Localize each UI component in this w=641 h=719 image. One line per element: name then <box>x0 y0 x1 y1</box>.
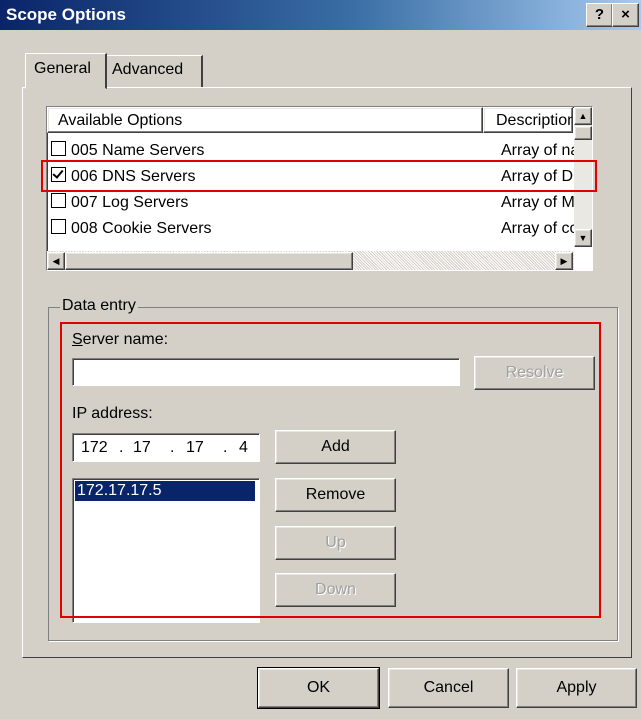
highlight-dns-row <box>41 160 597 192</box>
highlight-data-entry <box>60 322 601 618</box>
title-bar[interactable]: Scope Options ? × <box>0 0 641 30</box>
option-name: 008 Cookie Servers <box>71 220 212 237</box>
help-button[interactable]: ? <box>586 3 613 27</box>
data-entry-label: Data entry <box>60 297 138 315</box>
option-row-007[interactable]: 007 Log Servers Array of MIT <box>51 190 589 215</box>
tab-advanced[interactable]: Advanced <box>105 55 203 87</box>
option-checkbox[interactable] <box>51 193 66 208</box>
scroll-thumb[interactable] <box>574 126 592 140</box>
scroll-left-icon[interactable]: ◀ <box>47 252 65 270</box>
scroll-right-icon[interactable]: ▶ <box>555 252 573 270</box>
option-row-008[interactable]: 008 Cookie Servers Array of coo <box>51 216 587 241</box>
apply-button[interactable]: Apply <box>516 668 637 708</box>
cancel-button[interactable]: Cancel <box>388 668 509 708</box>
tab-general[interactable]: General <box>25 53 107 89</box>
column-header-description[interactable]: Description <box>483 107 573 133</box>
scope-options-dialog: Scope Options ? × General Advanced Avail… <box>0 0 641 719</box>
option-name: 007 Log Servers <box>71 194 189 211</box>
hscroll-thumb[interactable] <box>65 252 353 270</box>
close-button[interactable]: × <box>612 3 639 27</box>
horizontal-scrollbar[interactable]: ◀ ▶ <box>47 251 574 270</box>
option-checkbox[interactable] <box>51 141 66 156</box>
scroll-up-icon[interactable]: ▲ <box>574 107 592 125</box>
ok-button[interactable]: OK <box>257 667 380 709</box>
option-name: 005 Name Servers <box>71 142 205 159</box>
option-checkbox[interactable] <box>51 219 66 234</box>
column-header-available-options[interactable]: Available Options <box>47 107 483 133</box>
window-title: Scope Options <box>6 5 126 24</box>
scroll-down-icon[interactable]: ▼ <box>574 229 592 247</box>
